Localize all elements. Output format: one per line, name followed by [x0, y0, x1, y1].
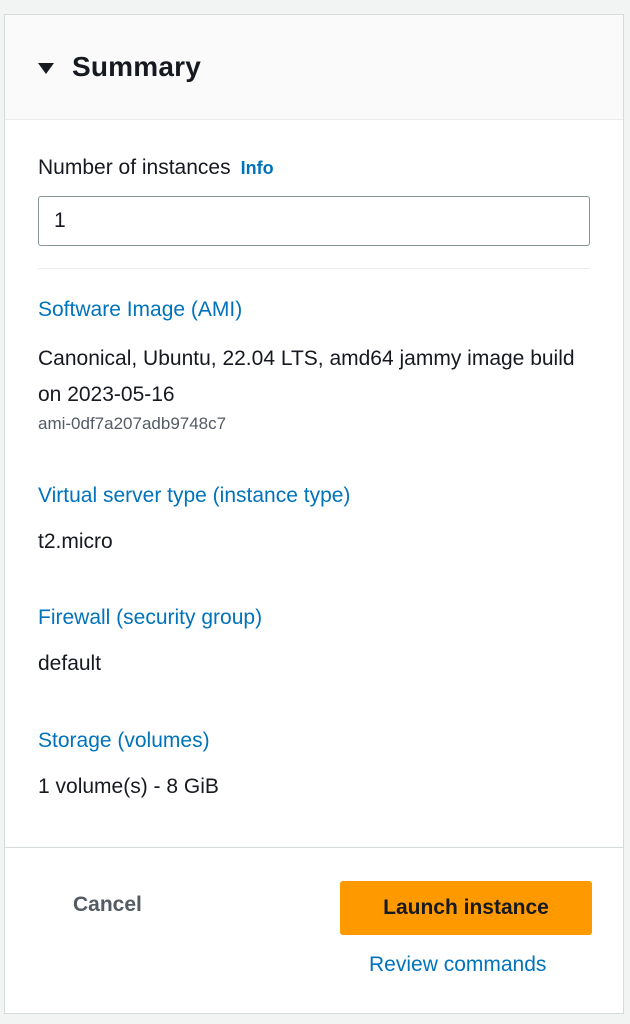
instances-info-link[interactable]: Info: [241, 158, 274, 178]
number-of-instances-input[interactable]: [38, 196, 590, 246]
instance-type-value: t2.micro: [38, 530, 113, 553]
instances-label: Number of instances: [38, 156, 231, 179]
firewall-heading-link[interactable]: Firewall (security group): [38, 606, 262, 630]
summary-header[interactable]: Summary: [5, 15, 623, 120]
review-commands-link[interactable]: Review commands: [369, 953, 546, 977]
storage-heading-link[interactable]: Storage (volumes): [38, 729, 210, 753]
divider: [38, 268, 590, 269]
summary-body: Number of instances Info Software Image (…: [5, 120, 623, 848]
caret-down-icon[interactable]: [38, 62, 54, 74]
ami-description: Canonical, Ubuntu, 22.04 LTS, amd64 jamm…: [38, 347, 575, 406]
ami-id: ami-0df7a207adb9748c7: [38, 414, 227, 433]
summary-panel: Summary Number of instances Info Software…: [4, 14, 624, 1014]
instance-type-heading-link[interactable]: Virtual server type (instance type): [38, 484, 350, 508]
action-footer: Cancel Launch instance Review commands: [5, 848, 623, 1013]
launch-instance-button[interactable]: Launch instance: [340, 881, 592, 935]
cancel-button[interactable]: Cancel: [53, 880, 162, 930]
instances-label-row: Number of instances Info: [38, 156, 274, 180]
storage-value: 1 volume(s) - 8 GiB: [38, 775, 219, 798]
firewall-value: default: [38, 652, 102, 675]
ami-heading-link[interactable]: Software Image (AMI): [38, 298, 242, 322]
summary-title: Summary: [72, 51, 202, 82]
